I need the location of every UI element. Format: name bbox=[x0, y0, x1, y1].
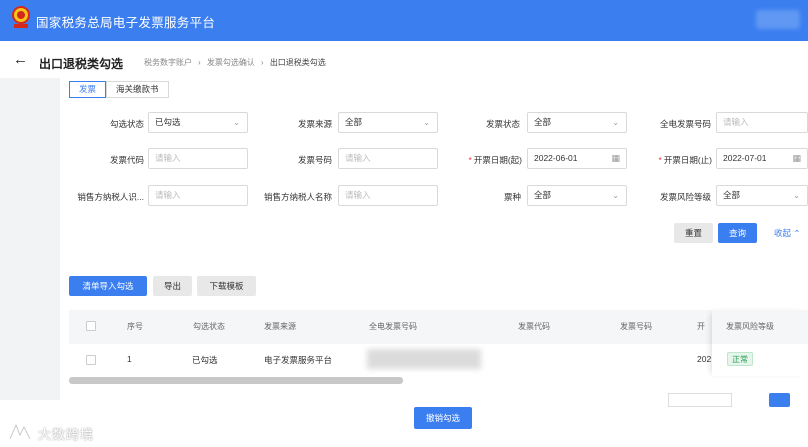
date-from-value: 2022-06-01 bbox=[534, 153, 578, 163]
select-all-checkbox[interactable] bbox=[86, 321, 96, 331]
check-status-select[interactable]: 已勾选 ⌄ bbox=[148, 112, 248, 133]
top-bar: 国家税务总局电子发票服务平台 bbox=[0, 0, 808, 41]
seller-name-input[interactable]: 请输入 bbox=[338, 185, 438, 206]
collapse-toggle[interactable]: 收起 ⌃ bbox=[774, 227, 801, 239]
col-invoice-no: 发票号码 bbox=[620, 322, 652, 331]
chevron-right-icon: › bbox=[260, 58, 264, 67]
date-from-picker[interactable]: 2022-06-01 ▦ bbox=[527, 148, 627, 169]
col-invoice-code: 发票代码 bbox=[518, 322, 550, 331]
source-label: 发票来源 bbox=[297, 119, 332, 129]
ticket-type-value: 全部 bbox=[534, 190, 552, 200]
invoice-code-label: 发票代码 bbox=[109, 155, 144, 165]
source-value: 全部 bbox=[345, 117, 363, 127]
col-date-partial: 开 bbox=[697, 322, 705, 331]
download-template-button[interactable]: 下载模板 bbox=[197, 276, 256, 296]
reset-button[interactable]: 重置 bbox=[674, 223, 713, 243]
import-list-button[interactable]: 清单导入勾选 bbox=[69, 276, 147, 296]
chevron-down-icon: ⌄ bbox=[233, 118, 240, 127]
sidebar bbox=[0, 78, 60, 400]
seller-tax-id-label: 销售方纳税人识... bbox=[77, 192, 144, 202]
cell-full-elec-no-blurred bbox=[367, 349, 481, 369]
chevron-right-icon: › bbox=[198, 58, 201, 67]
user-info-blurred[interactable] bbox=[756, 10, 800, 29]
risk-level-value: 全部 bbox=[723, 190, 741, 200]
chevron-down-icon: ⌄ bbox=[612, 191, 619, 200]
breadcrumb-item[interactable]: 税务数字账户 bbox=[144, 58, 192, 67]
seller-tax-id-input[interactable]: 请输入 bbox=[148, 185, 248, 206]
chevron-down-icon: ⌄ bbox=[793, 191, 800, 200]
tab-bar: 发票 海关缴款书 bbox=[69, 81, 169, 98]
breadcrumb: 税务数字账户 › 发票勾选确认 › 出口退税类勾选 bbox=[144, 57, 328, 68]
invoice-code-input[interactable]: 请输入 bbox=[148, 148, 248, 169]
watermark-text: 大数跨境 bbox=[38, 427, 95, 442]
invoice-no-input[interactable]: 请输入 bbox=[338, 148, 438, 169]
tab-customs-payment[interactable]: 海关缴款书 bbox=[106, 81, 169, 98]
revoke-selection-button[interactable]: 撤销勾选 bbox=[414, 407, 472, 429]
fixed-column-shadow bbox=[712, 310, 808, 376]
ticket-type-label: 票种 bbox=[503, 192, 521, 202]
full-elec-no-label: 全电发票号码 bbox=[659, 119, 711, 129]
breadcrumb-current: 出口退税类勾选 bbox=[269, 58, 326, 67]
calendar-icon: ▦ bbox=[792, 153, 801, 163]
risk-level-label: 发票风险等级 bbox=[659, 192, 711, 202]
page-title: 出口退税类勾选 bbox=[39, 57, 124, 71]
cell-source: 电子发票服务平台 bbox=[264, 355, 333, 365]
date-from-label-text: 开票日期(起) bbox=[473, 155, 522, 165]
date-to-value: 2022-07-01 bbox=[723, 153, 767, 163]
tax-emblem-icon bbox=[12, 6, 30, 28]
back-arrow-icon[interactable]: ← bbox=[13, 52, 28, 67]
chevron-down-icon: ⌄ bbox=[612, 118, 619, 127]
col-check-status: 勾选状态 bbox=[193, 322, 225, 331]
invoice-status-value: 全部 bbox=[534, 117, 552, 127]
full-elec-no-input[interactable]: 请输入 bbox=[716, 112, 808, 133]
watermark: 大数跨境 bbox=[4, 421, 110, 443]
query-button[interactable]: 查询 bbox=[718, 223, 757, 243]
table-header: 序号 勾选状态 发票来源 全电发票号码 发票代码 发票号码 开 发票风险等级 bbox=[69, 310, 808, 344]
pagination-active-page[interactable] bbox=[769, 393, 790, 407]
source-select[interactable]: 全部 ⌄ bbox=[338, 112, 438, 133]
date-to-label-text: 开票日期(止) bbox=[663, 155, 712, 165]
seller-name-label: 销售方纳税人名称 bbox=[263, 192, 332, 202]
col-full-elec-no: 全电发票号码 bbox=[369, 322, 417, 331]
tab-invoice[interactable]: 发票 bbox=[69, 81, 107, 98]
export-button[interactable]: 导出 bbox=[153, 276, 192, 296]
date-to-label: * 开票日期(止) bbox=[630, 154, 712, 166]
chevron-down-icon: ⌄ bbox=[423, 118, 430, 127]
horizontal-scrollbar[interactable] bbox=[69, 377, 403, 384]
risk-level-select[interactable]: 全部 ⌄ bbox=[716, 185, 808, 206]
col-index: 序号 bbox=[127, 322, 143, 331]
row-checkbox[interactable] bbox=[86, 355, 96, 365]
watermark-logo-icon bbox=[8, 423, 32, 440]
breadcrumb-item[interactable]: 发票勾选确认 bbox=[207, 58, 255, 67]
cell-index: 1 bbox=[127, 354, 132, 364]
ticket-type-select[interactable]: 全部 ⌄ bbox=[527, 185, 627, 206]
invoice-no-label: 发票号码 bbox=[297, 155, 332, 165]
date-from-label: * 开票日期(起) bbox=[440, 154, 522, 166]
check-status-value: 已勾选 bbox=[155, 117, 181, 127]
calendar-icon: ▦ bbox=[611, 153, 620, 163]
required-mark: * bbox=[468, 155, 472, 165]
page-header: ← 出口退税类勾选 税务数字账户 › 发票勾选确认 › 出口退税类勾选 bbox=[0, 41, 808, 78]
app-title: 国家税务总局电子发票服务平台 bbox=[36, 16, 216, 30]
check-status-label: 勾选状态 bbox=[109, 119, 144, 129]
collapse-label: 收起 bbox=[774, 228, 792, 238]
page-size-select[interactable] bbox=[668, 393, 732, 407]
chevron-up-icon: ⌃ bbox=[793, 228, 801, 238]
cell-date-partial: 202 bbox=[697, 354, 712, 364]
required-mark: * bbox=[658, 155, 662, 165]
invoice-status-select[interactable]: 全部 ⌄ bbox=[527, 112, 627, 133]
cell-check-status: 已勾选 bbox=[192, 355, 218, 365]
invoice-status-label: 发票状态 bbox=[485, 119, 520, 129]
col-source: 发票来源 bbox=[264, 322, 296, 331]
date-to-picker[interactable]: 2022-07-01 ▦ bbox=[716, 148, 808, 169]
